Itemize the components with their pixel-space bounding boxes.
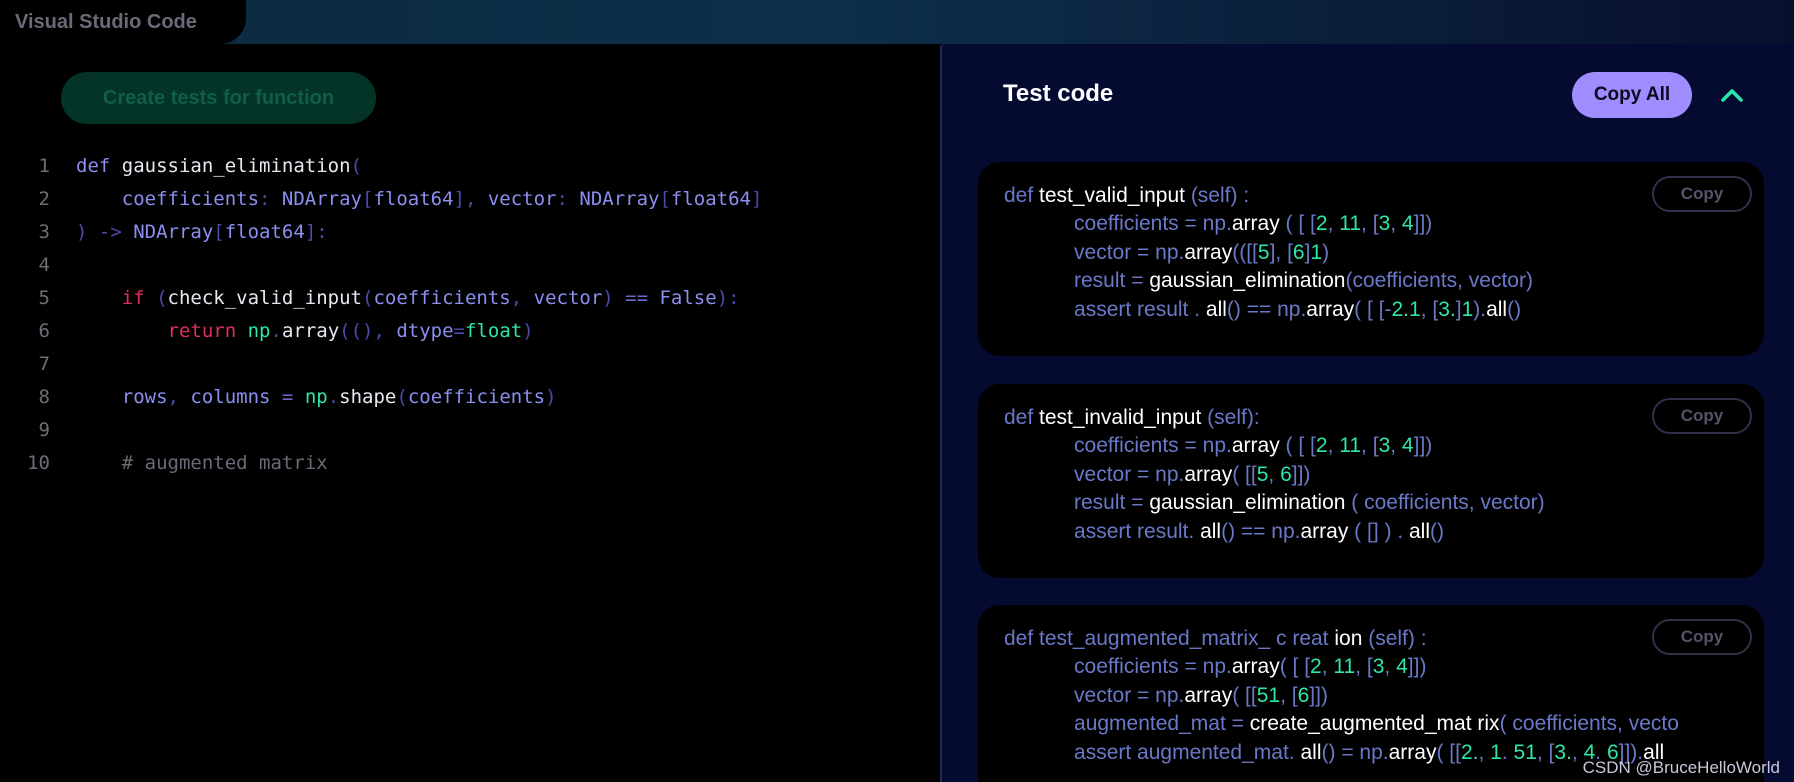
- title-bar: Visual Studio Code: [0, 0, 1794, 44]
- copy-button[interactable]: Copy: [1652, 619, 1752, 655]
- watermark: CSDN @BruceHelloWorld: [1582, 758, 1780, 777]
- line-number: 9: [38, 419, 50, 441]
- code-line[interactable]: 10 # augmented matrix: [0, 447, 900, 480]
- code-text[interactable]: def gaussian_elimination(: [76, 150, 362, 183]
- code-line[interactable]: 4: [0, 249, 900, 282]
- test-card: Copy def test_valid_input (self) : coeffi…: [978, 162, 1764, 356]
- line-number: 4: [38, 254, 50, 276]
- code-text[interactable]: coefficients: NDArray[float64], vector: …: [76, 183, 763, 216]
- code-line[interactable]: 8 rows, columns = np.shape(coefficients): [0, 381, 900, 414]
- chevron-up-icon[interactable]: [1715, 78, 1749, 112]
- app-title-tab: Visual Studio Code: [0, 0, 246, 44]
- test-card: Copy def test_augmented_matrix_ c reat io…: [978, 605, 1764, 782]
- copy-button[interactable]: Copy: [1652, 398, 1752, 434]
- code-line[interactable]: 5 if (check_valid_input(coefficients, ve…: [0, 282, 900, 315]
- test-code-line: def test_valid_input (self) :: [1004, 184, 1250, 207]
- test-code-panel: Test code Copy All Copy def test_valid_in…: [940, 44, 1794, 782]
- copy-button[interactable]: Copy: [1652, 176, 1752, 212]
- code-line[interactable]: 7: [0, 348, 900, 381]
- line-number: 8: [38, 386, 50, 408]
- code-text[interactable]: rows, columns = np.shape(coefficients): [76, 381, 557, 414]
- code-line[interactable]: 2 coefficients: NDArray[float64], vector…: [0, 183, 900, 216]
- code-editor[interactable]: Create tests for function 1 def gaussian_…: [0, 44, 940, 782]
- code-text[interactable]: return np.array((), dtype=float): [76, 315, 534, 348]
- test-code-line: result = gaussian_elimination ( coeffici…: [1004, 491, 1545, 515]
- test-card: Copy def test_invalid_input (self): coeff…: [978, 384, 1764, 578]
- test-code-line: coefficients = np.array( [ [2, 11, [3, 4…: [1004, 655, 1427, 679]
- code-text[interactable]: # augmented matrix: [76, 447, 328, 480]
- line-number: 7: [38, 353, 50, 375]
- code-line[interactable]: 9: [0, 414, 900, 447]
- line-number: 5: [38, 287, 50, 309]
- test-code-line: assert result. all() == np.array ( [] ) …: [1004, 519, 1444, 543]
- test-code-line: augmented_mat = create_augmented_mat rix…: [1004, 712, 1679, 736]
- test-code-line: vector = np.array( [[5, 6]]): [1004, 462, 1311, 486]
- test-code-line: coefficients = np.array ( [ [2, 11, [3, …: [1004, 434, 1433, 458]
- panel-title: Test code: [1003, 80, 1114, 107]
- test-code-line: assert result . all() == np.array( [ [-2…: [1004, 297, 1522, 321]
- app-title: Visual Studio Code: [15, 11, 197, 33]
- test-code-line: coefficients = np.array ( [ [2, 11, [3, …: [1004, 212, 1433, 236]
- test-code-line: def test_invalid_input (self):: [1004, 406, 1260, 429]
- line-number: 2: [38, 188, 50, 210]
- code-line[interactable]: 1 def gaussian_elimination(: [0, 150, 900, 183]
- line-number: 6: [38, 320, 50, 342]
- line-number: 3: [38, 221, 50, 243]
- code-text[interactable]: ) -> NDArray[float64]:: [76, 216, 328, 249]
- copy-all-button[interactable]: Copy All: [1572, 72, 1692, 118]
- test-code-line: vector = np.array(([[5], [6]1): [1004, 240, 1330, 264]
- code-text[interactable]: if (check_valid_input(coefficients, vect…: [76, 282, 740, 315]
- code-line[interactable]: 3 ) -> NDArray[float64]:: [0, 216, 900, 249]
- create-tests-button[interactable]: Create tests for function: [61, 72, 376, 124]
- test-code-line: result = gaussian_elimination(coefficien…: [1004, 269, 1533, 293]
- test-code-line: vector = np.array( [[51, [6]]): [1004, 683, 1328, 707]
- test-code-line: def test_augmented_matrix_ c reat ion (s…: [1004, 627, 1427, 650]
- code-line[interactable]: 6 return np.array((), dtype=float): [0, 315, 900, 348]
- line-number: 10: [27, 452, 50, 474]
- test-code-line: assert augmented_mat. all() = np.array( …: [1004, 740, 1665, 764]
- line-number: 1: [38, 155, 50, 177]
